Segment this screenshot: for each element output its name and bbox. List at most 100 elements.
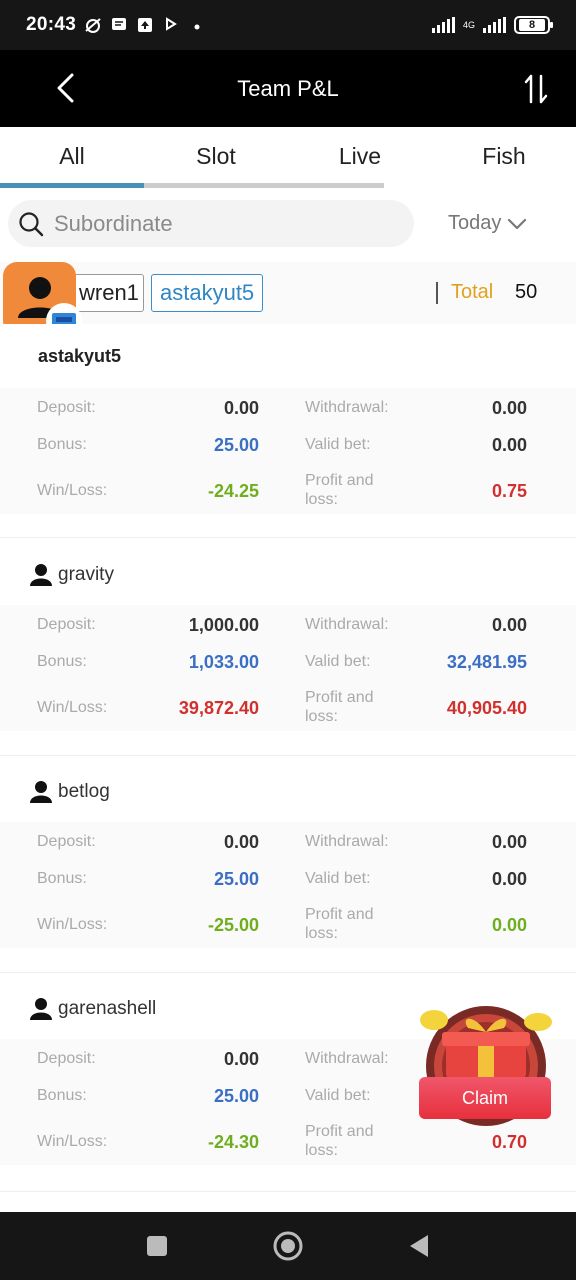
sort-arrows-icon [524, 74, 548, 104]
bonus-value: 25.00 [213, 1086, 259, 1106]
deposit-value: 0.00 [223, 832, 259, 852]
network-type: 4G [462, 20, 475, 30]
claim-label: Claim [419, 1077, 551, 1119]
profit-loss-value: 40,905.40 [446, 698, 527, 718]
search-icon [19, 211, 44, 236]
withdrawal-label: Withdrawal: [305, 1050, 389, 1067]
tab-fish[interactable]: Fish [432, 127, 576, 187]
triangle-back-icon [410, 1235, 428, 1257]
withdrawal-value: 0.00 [491, 398, 527, 418]
app-header: Team P&L [0, 50, 576, 127]
profit-loss-label-line2: loss: [305, 925, 338, 942]
deposit-value: 0.00 [223, 1049, 259, 1069]
card-divider [0, 972, 576, 973]
home-button[interactable] [273, 1231, 303, 1261]
valid-bet-label: Valid bet: [305, 436, 371, 453]
card-divider [0, 537, 576, 538]
status-time: 20:43 [26, 14, 77, 35]
win-loss-value: 39,872.40 [178, 698, 259, 718]
subordinate-path-row: wren1 astakyut5 Total 50 [0, 262, 576, 324]
search-box [8, 200, 414, 247]
valid-bet-label: Valid bet: [305, 870, 371, 887]
deposit-label: Deposit: [37, 1050, 96, 1067]
tab-all[interactable]: All [0, 127, 144, 187]
card-divider [0, 1191, 576, 1192]
tab-slot[interactable]: Slot [144, 127, 288, 187]
search-row: Today [0, 200, 576, 248]
win-loss-value: -24.30 [207, 1132, 259, 1152]
user-name: garenashell [58, 998, 157, 1019]
valid-bet-value: 32,481.95 [446, 652, 527, 672]
total-divider [436, 282, 438, 304]
valid-bet-value: 0.00 [491, 435, 527, 455]
profit-loss-value: 0.70 [491, 1132, 527, 1152]
status-notification-icons [84, 17, 206, 33]
deposit-label: Deposit: [37, 616, 96, 633]
win-loss-label: Win/Loss: [37, 1133, 108, 1150]
withdrawal-label: Withdrawal: [305, 833, 389, 850]
user-name: gravity [58, 564, 114, 585]
user-icon [30, 781, 52, 803]
bonus-value: 25.00 [213, 869, 259, 889]
user-stats: Deposit: 1,000.00 Withdrawal: 0.00 Bonus… [0, 605, 576, 731]
path-chip-current[interactable]: astakyut5 [151, 274, 264, 312]
back-button[interactable] [52, 72, 82, 104]
battery-level: 8 [519, 19, 545, 31]
profit-loss-label-line1: Profit and [305, 906, 374, 923]
system-back-button[interactable] [408, 1234, 430, 1258]
date-filter-label: Today [448, 212, 502, 234]
user-icon [30, 564, 52, 586]
signal-icon [431, 17, 455, 33]
user-stats: Deposit: 0.00 Withdrawal: 0.00 Bonus: 25… [0, 388, 576, 514]
user-name: astakyut5 [38, 346, 122, 366]
withdrawal-value: 0.00 [491, 832, 527, 852]
deposit-value: 1,000.00 [188, 615, 259, 635]
deposit-value: 0.00 [223, 398, 259, 418]
bonus-value: 25.00 [213, 435, 259, 455]
valid-bet-value: 0.00 [491, 869, 527, 889]
date-filter-dropdown[interactable]: Today [448, 212, 527, 235]
total-value: 50 [515, 281, 538, 303]
user-stats: Deposit: 0.00 Withdrawal: 0.00 Bonus: 25… [0, 822, 576, 948]
category-tabs: All Slot Live Fish [0, 127, 576, 187]
valid-bet-label: Valid bet: [305, 653, 371, 670]
square-icon [147, 1236, 167, 1256]
bonus-value: 1,033.00 [188, 652, 259, 672]
user-card: astakyut5 Deposit: 0.00 Withdrawal: 0.00… [0, 324, 576, 536]
profit-loss-value: 0.00 [491, 915, 527, 935]
withdrawal-label: Withdrawal: [305, 616, 389, 633]
recent-apps-button[interactable] [146, 1235, 168, 1257]
profit-loss-label-line2: loss: [305, 1142, 338, 1159]
status-bar: 20:43 4G 8 [0, 0, 576, 50]
bonus-label: Bonus: [37, 1087, 87, 1104]
sort-button[interactable] [522, 72, 550, 106]
card-divider [0, 755, 576, 756]
tab-live[interactable]: Live [288, 127, 432, 187]
win-loss-label: Win/Loss: [37, 482, 108, 499]
message-icon [110, 17, 128, 33]
status-right: 4G 8 [431, 16, 553, 34]
total-label: Total [451, 281, 494, 303]
user-icon [30, 998, 52, 1020]
user-name: betlog [58, 781, 110, 802]
search-input[interactable] [54, 210, 384, 237]
withdrawal-label: Withdrawal: [305, 399, 389, 416]
profit-loss-label-line2: loss: [305, 491, 338, 508]
valid-bet-label: Valid bet: [305, 1087, 371, 1104]
user-card: gravity Deposit: 1,000.00 Withdrawal: 0.… [0, 541, 576, 753]
profit-loss-label-line2: loss: [305, 708, 338, 725]
system-nav-bar [0, 1212, 576, 1280]
path-chip-parent[interactable]: wren1 [74, 274, 144, 312]
upload-icon [136, 17, 154, 33]
profit-loss-value: 0.75 [491, 481, 527, 501]
win-loss-value: -25.00 [207, 915, 259, 935]
bonus-label: Bonus: [37, 870, 87, 887]
dot-icon [188, 17, 206, 33]
chevron-left-icon [57, 73, 74, 103]
win-loss-value: -24.25 [207, 481, 259, 501]
profit-loss-label-line1: Profit and [305, 1123, 374, 1140]
page-title: Team P&L [237, 75, 339, 101]
claim-reward-button[interactable]: Claim [416, 1002, 556, 1132]
deposit-label: Deposit: [37, 833, 96, 850]
signal-icon-2 [483, 17, 506, 33]
